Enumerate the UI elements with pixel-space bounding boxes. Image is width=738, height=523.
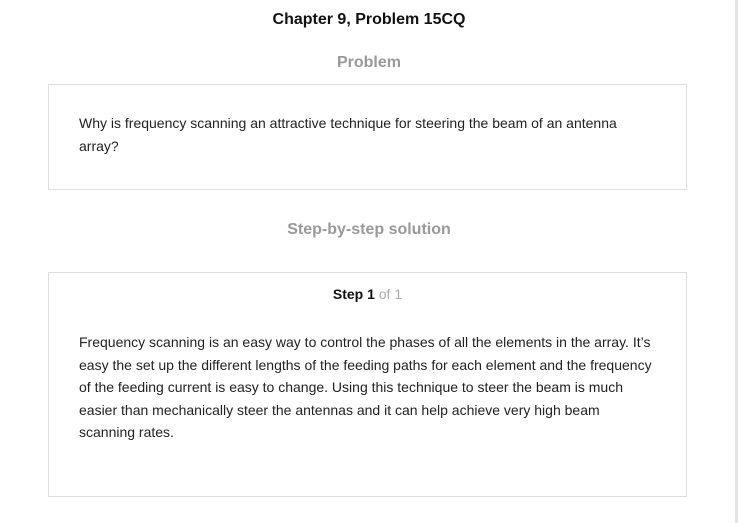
solution-heading: Step-by-step solution bbox=[287, 221, 451, 238]
step-number: Step 1 bbox=[332, 286, 375, 302]
step-indicator: Step 1 of 1 bbox=[49, 286, 686, 302]
problem-heading: Problem bbox=[336, 54, 401, 71]
problem-box: Why is frequency scanning an attractive … bbox=[48, 84, 687, 190]
problem-text: Why is frequency scanning an attractive … bbox=[79, 115, 617, 154]
solution-box: Step 1 of 1 Frequency scanning is an eas… bbox=[48, 272, 687, 497]
chapter-title: Chapter 9, Problem 15CQ bbox=[272, 11, 466, 28]
solution-text: Frequency scanning is an easy way to con… bbox=[79, 334, 652, 441]
step-total: of 1 bbox=[378, 286, 403, 302]
